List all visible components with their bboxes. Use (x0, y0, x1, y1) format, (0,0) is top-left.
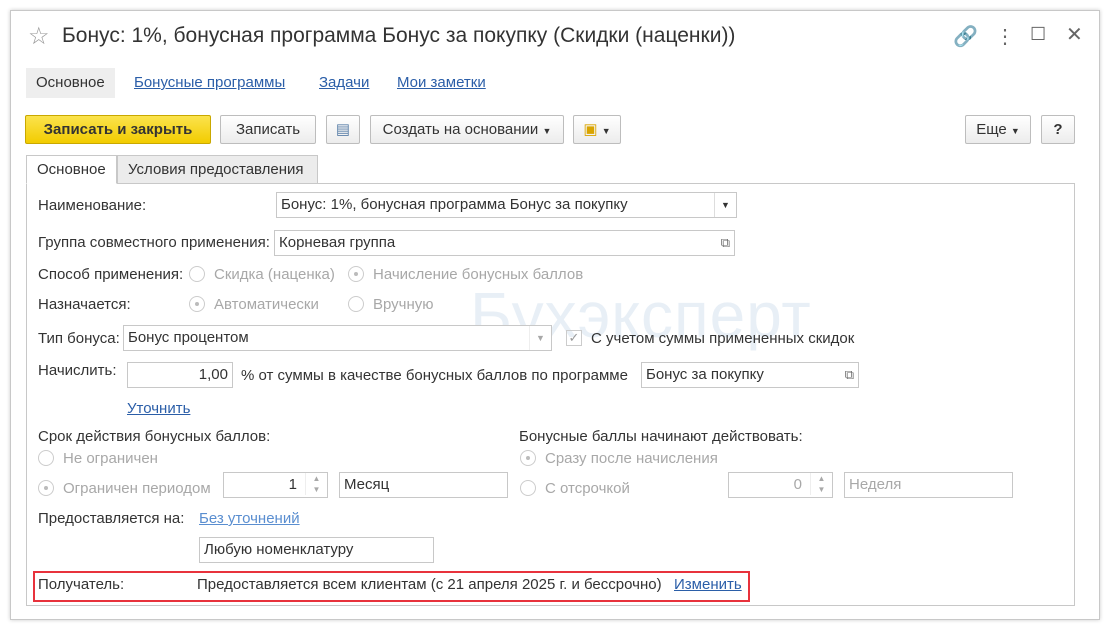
refine-link[interactable]: Уточнить (127, 400, 190, 417)
validity-unlimited-label: Не ограничен (63, 450, 158, 467)
create-based-on-button[interactable]: Создать на основании ▼ (370, 115, 564, 144)
start-delay-label: С отсрочкой (545, 480, 630, 497)
bonus-type-value: Бонус процентом (128, 329, 249, 346)
start-radio-delay[interactable] (520, 480, 536, 496)
method-label: Способ применения: (38, 266, 184, 283)
validity-count: 1 (288, 476, 297, 493)
delay-count: 0 (793, 476, 802, 493)
consider-discounts-checkbox[interactable]: ✓ (566, 330, 582, 346)
program-field[interactable]: Бонус за покупку ⧉ (641, 362, 859, 388)
nav-tasks[interactable]: Задачи (309, 68, 379, 98)
open-icon[interactable]: ⧉ (845, 363, 854, 387)
group-value: Корневая группа (279, 234, 396, 251)
name-value: Бонус: 1%, бонусная программа Бонус за п… (281, 196, 628, 213)
recipient-label: Получатель: (38, 576, 125, 593)
spinner-arrows-icon[interactable]: ▲ ▼ (305, 473, 327, 495)
assigned-option-manual: Вручную (373, 296, 434, 313)
start-immediate-label: Сразу после начисления (545, 450, 718, 467)
bonus-type-label: Тип бонуса: (38, 330, 120, 347)
assigned-option-auto: Автоматически (214, 296, 319, 313)
spinner-arrows-icon[interactable]: ▲ ▼ (810, 473, 832, 495)
nav-bonus-programs[interactable]: Бонусные программы (124, 68, 295, 98)
method-radio-discount[interactable] (189, 266, 205, 282)
report-icon[interactable]: ▤ (326, 115, 360, 144)
validity-radio-unlimited[interactable] (38, 450, 54, 466)
assigned-label: Назначается: (38, 296, 131, 313)
validity-period-label: Ограничен периодом (63, 480, 211, 497)
validity-radio-period[interactable] (38, 480, 54, 496)
tab-main[interactable]: Основное (26, 155, 117, 184)
provided-label: Предоставляется на: (38, 510, 185, 527)
method-option-discount: Скидка (наценка) (214, 266, 335, 283)
accrue-text: % от суммы в качестве бонусных баллов по… (241, 367, 628, 384)
more-label: Еще (976, 121, 1007, 138)
method-radio-bonus[interactable] (348, 266, 364, 282)
name-label: Наименование: (38, 197, 147, 214)
nav-main[interactable]: Основное (26, 68, 115, 98)
dropdown-icon[interactable]: ▼ (714, 193, 736, 217)
name-field[interactable]: Бонус: 1%, бонусная программа Бонус за п… (276, 192, 737, 218)
more-menu-icon[interactable]: ⋮ (995, 24, 1015, 49)
validity-label: Срок действия бонусных баллов: (38, 428, 271, 445)
group-field[interactable]: Корневая группа ⧉ (274, 230, 735, 256)
more-button[interactable]: Еще ▼ (965, 115, 1031, 144)
validity-count-spinner[interactable]: 1 ▲ ▼ (223, 472, 328, 498)
group-label: Группа совместного применения: (38, 234, 270, 251)
favorite-star-icon[interactable]: ☆ (28, 22, 50, 51)
help-button[interactable]: ? (1041, 115, 1075, 144)
program-value: Бонус за покупку (646, 366, 764, 383)
bonus-type-select[interactable]: Бонус процентом ▼ (123, 325, 552, 351)
save-and-close-button[interactable]: Записать и закрыть (25, 115, 211, 144)
maximize-icon[interactable]: ☐ (1030, 24, 1046, 45)
accrue-label: Начислить: (38, 362, 117, 379)
assigned-radio-auto[interactable] (189, 296, 205, 312)
provided-link[interactable]: Без уточнений (199, 510, 300, 527)
delay-unit-field[interactable]: Неделя (844, 472, 1013, 498)
provided-field[interactable]: Любую номенклатуру (199, 537, 434, 563)
delay-count-spinner[interactable]: 0 ▲ ▼ (728, 472, 833, 498)
recipient-value: Предоставляется всем клиентам (с 21 апре… (197, 576, 662, 593)
window-title: Бонус: 1%, бонусная программа Бонус за п… (62, 24, 736, 47)
tab-conditions[interactable]: Условия предоставления (117, 155, 318, 184)
assigned-radio-manual[interactable] (348, 296, 364, 312)
start-radio-immediate[interactable] (520, 450, 536, 466)
accrue-field[interactable]: 1,00 (127, 362, 233, 388)
start-label: Бонусные баллы начинают действовать: (519, 428, 803, 445)
open-icon[interactable]: ⧉ (721, 231, 730, 255)
save-button[interactable]: Записать (220, 115, 316, 144)
consider-discounts-label: С учетом суммы примененных скидок (591, 330, 855, 347)
dropdown-icon[interactable]: ▼ (529, 326, 551, 350)
recipient-change-link[interactable]: Изменить (674, 576, 742, 593)
close-icon[interactable]: ✕ (1066, 22, 1083, 47)
validity-unit-field[interactable]: Месяц (339, 472, 508, 498)
link-icon[interactable]: 🔗 (953, 24, 978, 49)
nav-notes[interactable]: Мои заметки (387, 68, 496, 98)
method-option-bonus: Начисление бонусных баллов (373, 266, 584, 283)
print-docs-icon[interactable]: ▣ ▼ (573, 115, 621, 144)
create-based-label: Создать на основании (382, 121, 539, 138)
